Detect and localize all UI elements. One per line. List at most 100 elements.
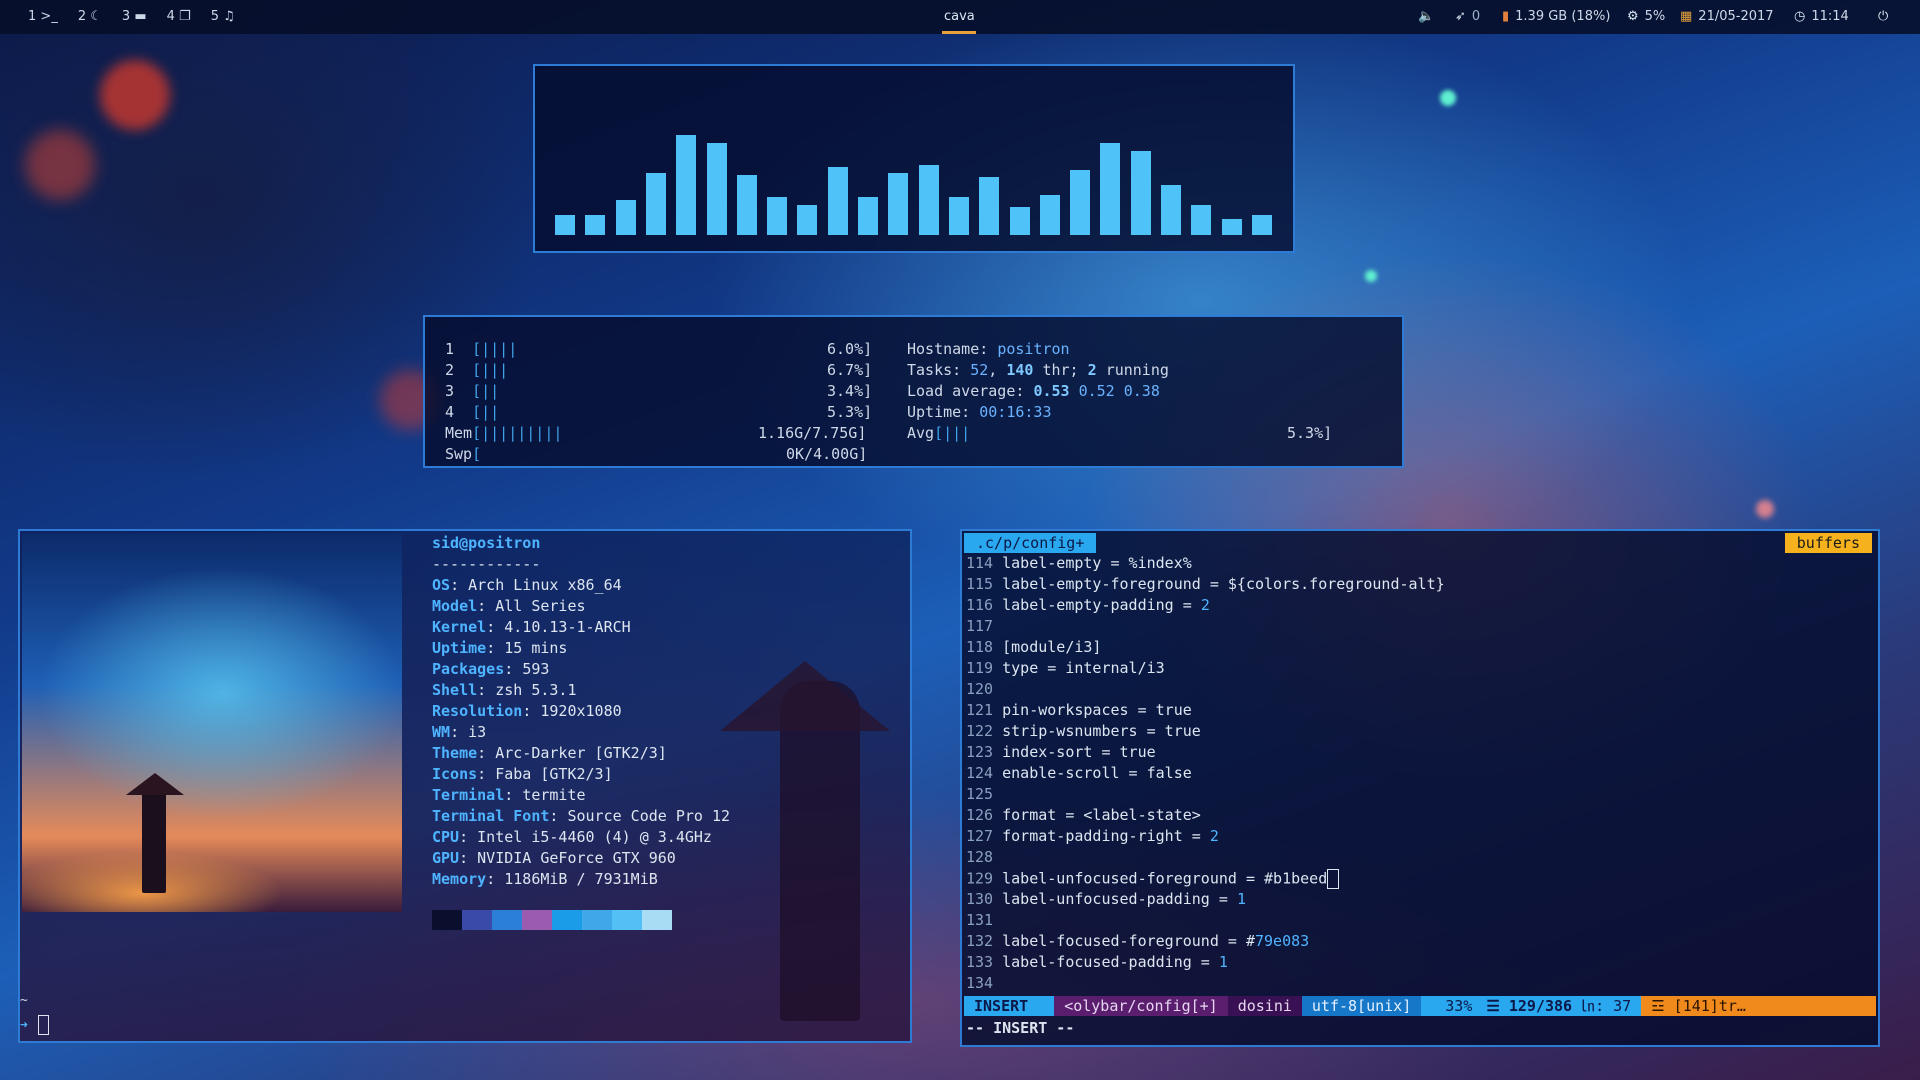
avg-value: 5.3%]: [1287, 424, 1333, 442]
info-row: Icons: Faba [GTK2/3]: [432, 765, 613, 783]
spectrum-bar: [1039, 195, 1060, 235]
line-number: 130: [966, 890, 994, 908]
workspace-1[interactable]: 1 >_: [28, 9, 58, 24]
cpu-3-percent: 3.4%]: [827, 382, 873, 400]
active-window-indicator: [942, 31, 976, 34]
spectrum-bar: [645, 173, 666, 235]
updates-module[interactable]: ➶ 0: [1455, 9, 1480, 24]
info-key: Theme: [432, 744, 478, 762]
info-key: Shell: [432, 681, 478, 699]
code-line: 133 label-focused-padding = 1: [966, 953, 1228, 971]
bokeh-light: [1365, 270, 1377, 282]
column-position: ㏑: 37: [1576, 996, 1642, 1016]
htop-window[interactable]: 1 [|||| 6.0%] 2 [||| 6.7%] 3 [|| 3.4%] 4…: [423, 315, 1404, 468]
info-row: CPU: Intel i5-4460 (4) @ 3.4GHz: [432, 828, 712, 846]
column-icon: ㏑: [1580, 997, 1596, 1015]
spectrum-bar: [1191, 205, 1212, 235]
line-text: [module/i3]: [1002, 638, 1102, 656]
lines-icon: ☰: [1486, 997, 1509, 1015]
spectrum-bar: [948, 197, 969, 235]
info-colon: :: [504, 660, 523, 678]
cava-window[interactable]: [533, 64, 1295, 253]
vim-cmdline: -- INSERT --: [966, 1019, 1075, 1037]
file-type: dosini: [1227, 996, 1302, 1016]
info-row: Resolution: 1920x1080: [432, 702, 622, 720]
line-number: 132: [966, 932, 994, 950]
terminal-cursor[interactable]: [38, 1015, 49, 1035]
color-swatch: [642, 910, 672, 930]
code-line: 131: [966, 911, 1002, 929]
info-value: All Series: [495, 597, 586, 615]
tab-config[interactable]: .c/p/config+: [964, 533, 1097, 553]
code-line: 130 label-unfocused-padding = 1: [966, 890, 1246, 908]
color-swatch: [432, 910, 462, 930]
line-text: label-unfocused-padding =: [1002, 890, 1237, 908]
cpu-1-meter: 1 [||||: [445, 340, 518, 358]
info-colon: :: [459, 849, 478, 867]
files-icon: ❐: [179, 9, 191, 24]
code-line: 132 label-focused-foreground = #79e083: [966, 932, 1309, 950]
info-value: NVIDIA GeForce GTX 960: [477, 849, 676, 867]
spectrum-bar: [858, 197, 878, 235]
volume-module[interactable]: 🔈: [1418, 9, 1434, 24]
line-number: 131: [966, 911, 994, 929]
power-icon: ⏻: [1878, 9, 1889, 24]
line-number: 125: [966, 785, 994, 803]
line-number: 116: [966, 596, 994, 614]
cog-icon: ⚙: [1627, 9, 1639, 24]
workspace-4[interactable]: 4 ❐: [167, 9, 191, 24]
color-swatch: [552, 910, 582, 930]
power-button[interactable]: ⏻: [1878, 9, 1888, 24]
memory-value: 1.39 GB (18%): [1515, 9, 1611, 24]
spectrum-bar: [979, 177, 1000, 235]
date-module[interactable]: ▦ 21/05-2017: [1680, 9, 1774, 24]
info-colon: :: [522, 702, 541, 720]
line-number: 128: [966, 848, 994, 866]
workspace-3[interactable]: 3 ▬: [122, 9, 147, 24]
line-text: label-empty-padding =: [1002, 596, 1201, 614]
code-line: 134: [966, 974, 1002, 992]
user-host: sid@positron: [432, 534, 541, 552]
spectrum-bar: [585, 215, 606, 235]
number-literal: 1: [1236, 890, 1246, 908]
info-colon: :: [549, 807, 568, 825]
info-row: WM: i3: [432, 723, 486, 741]
info-value: Source Code Pro 12: [567, 807, 731, 825]
mem-meter: Mem[|||||||||: [445, 424, 563, 442]
line-text: strip-wsnumbers = true: [1002, 722, 1201, 740]
info-row: Uptime: 15 mins: [432, 639, 567, 657]
line-text: pin-workspaces = true: [1002, 701, 1192, 719]
info-row: Shell: zsh 5.3.1: [432, 681, 577, 699]
info-colon: :: [486, 618, 505, 636]
info-value: Arch Linux x86_64: [468, 576, 622, 594]
info-colon: :: [477, 765, 496, 783]
workspace-5[interactable]: 5 ♫: [211, 9, 235, 24]
info-key: Memory: [432, 870, 487, 888]
cpu-1-percent: 6.0%]: [827, 340, 873, 358]
info-value: 1920x1080: [540, 702, 622, 720]
info-value: termite: [522, 786, 586, 804]
workspace-list: 1 >_ 2 ☾ 3 ▬ 4 ❐ 5 ♫: [28, 9, 235, 24]
updates-count: 0: [1471, 9, 1481, 24]
line-number: 122: [966, 722, 994, 740]
code-line: 116 label-empty-padding = 2: [966, 596, 1210, 614]
swap-meter: Swp[: [445, 445, 482, 463]
spectrum-bar: [1221, 219, 1242, 235]
line-text: label-empty = %index%: [1002, 554, 1192, 572]
clock-module[interactable]: ◷ 11:14: [1794, 9, 1849, 24]
spectrum-bar: [1009, 207, 1030, 235]
line-number: 118: [966, 638, 994, 656]
code-line: 114 label-empty = %index%: [966, 554, 1192, 572]
info-colon: :: [459, 828, 478, 846]
info-key: GPU: [432, 849, 460, 867]
workspace-2[interactable]: 2 ☾: [78, 9, 102, 24]
info-key: Kernel: [432, 618, 487, 636]
neofetch-terminal[interactable]: sid@positron ------------ OS: Arch Linux…: [18, 529, 912, 1043]
separator: ------------: [432, 555, 541, 573]
info-key: Model: [432, 597, 478, 615]
info-colon: :: [477, 681, 496, 699]
bokeh-light: [25, 130, 95, 200]
info-key: Terminal Font: [432, 807, 550, 825]
vim-statusline: INSERT <olybar/config[+] dosini utf-8[un…: [964, 996, 1876, 1016]
vim-window[interactable]: .c/p/config+ buffers 114 label-empty = %…: [960, 529, 1880, 1047]
